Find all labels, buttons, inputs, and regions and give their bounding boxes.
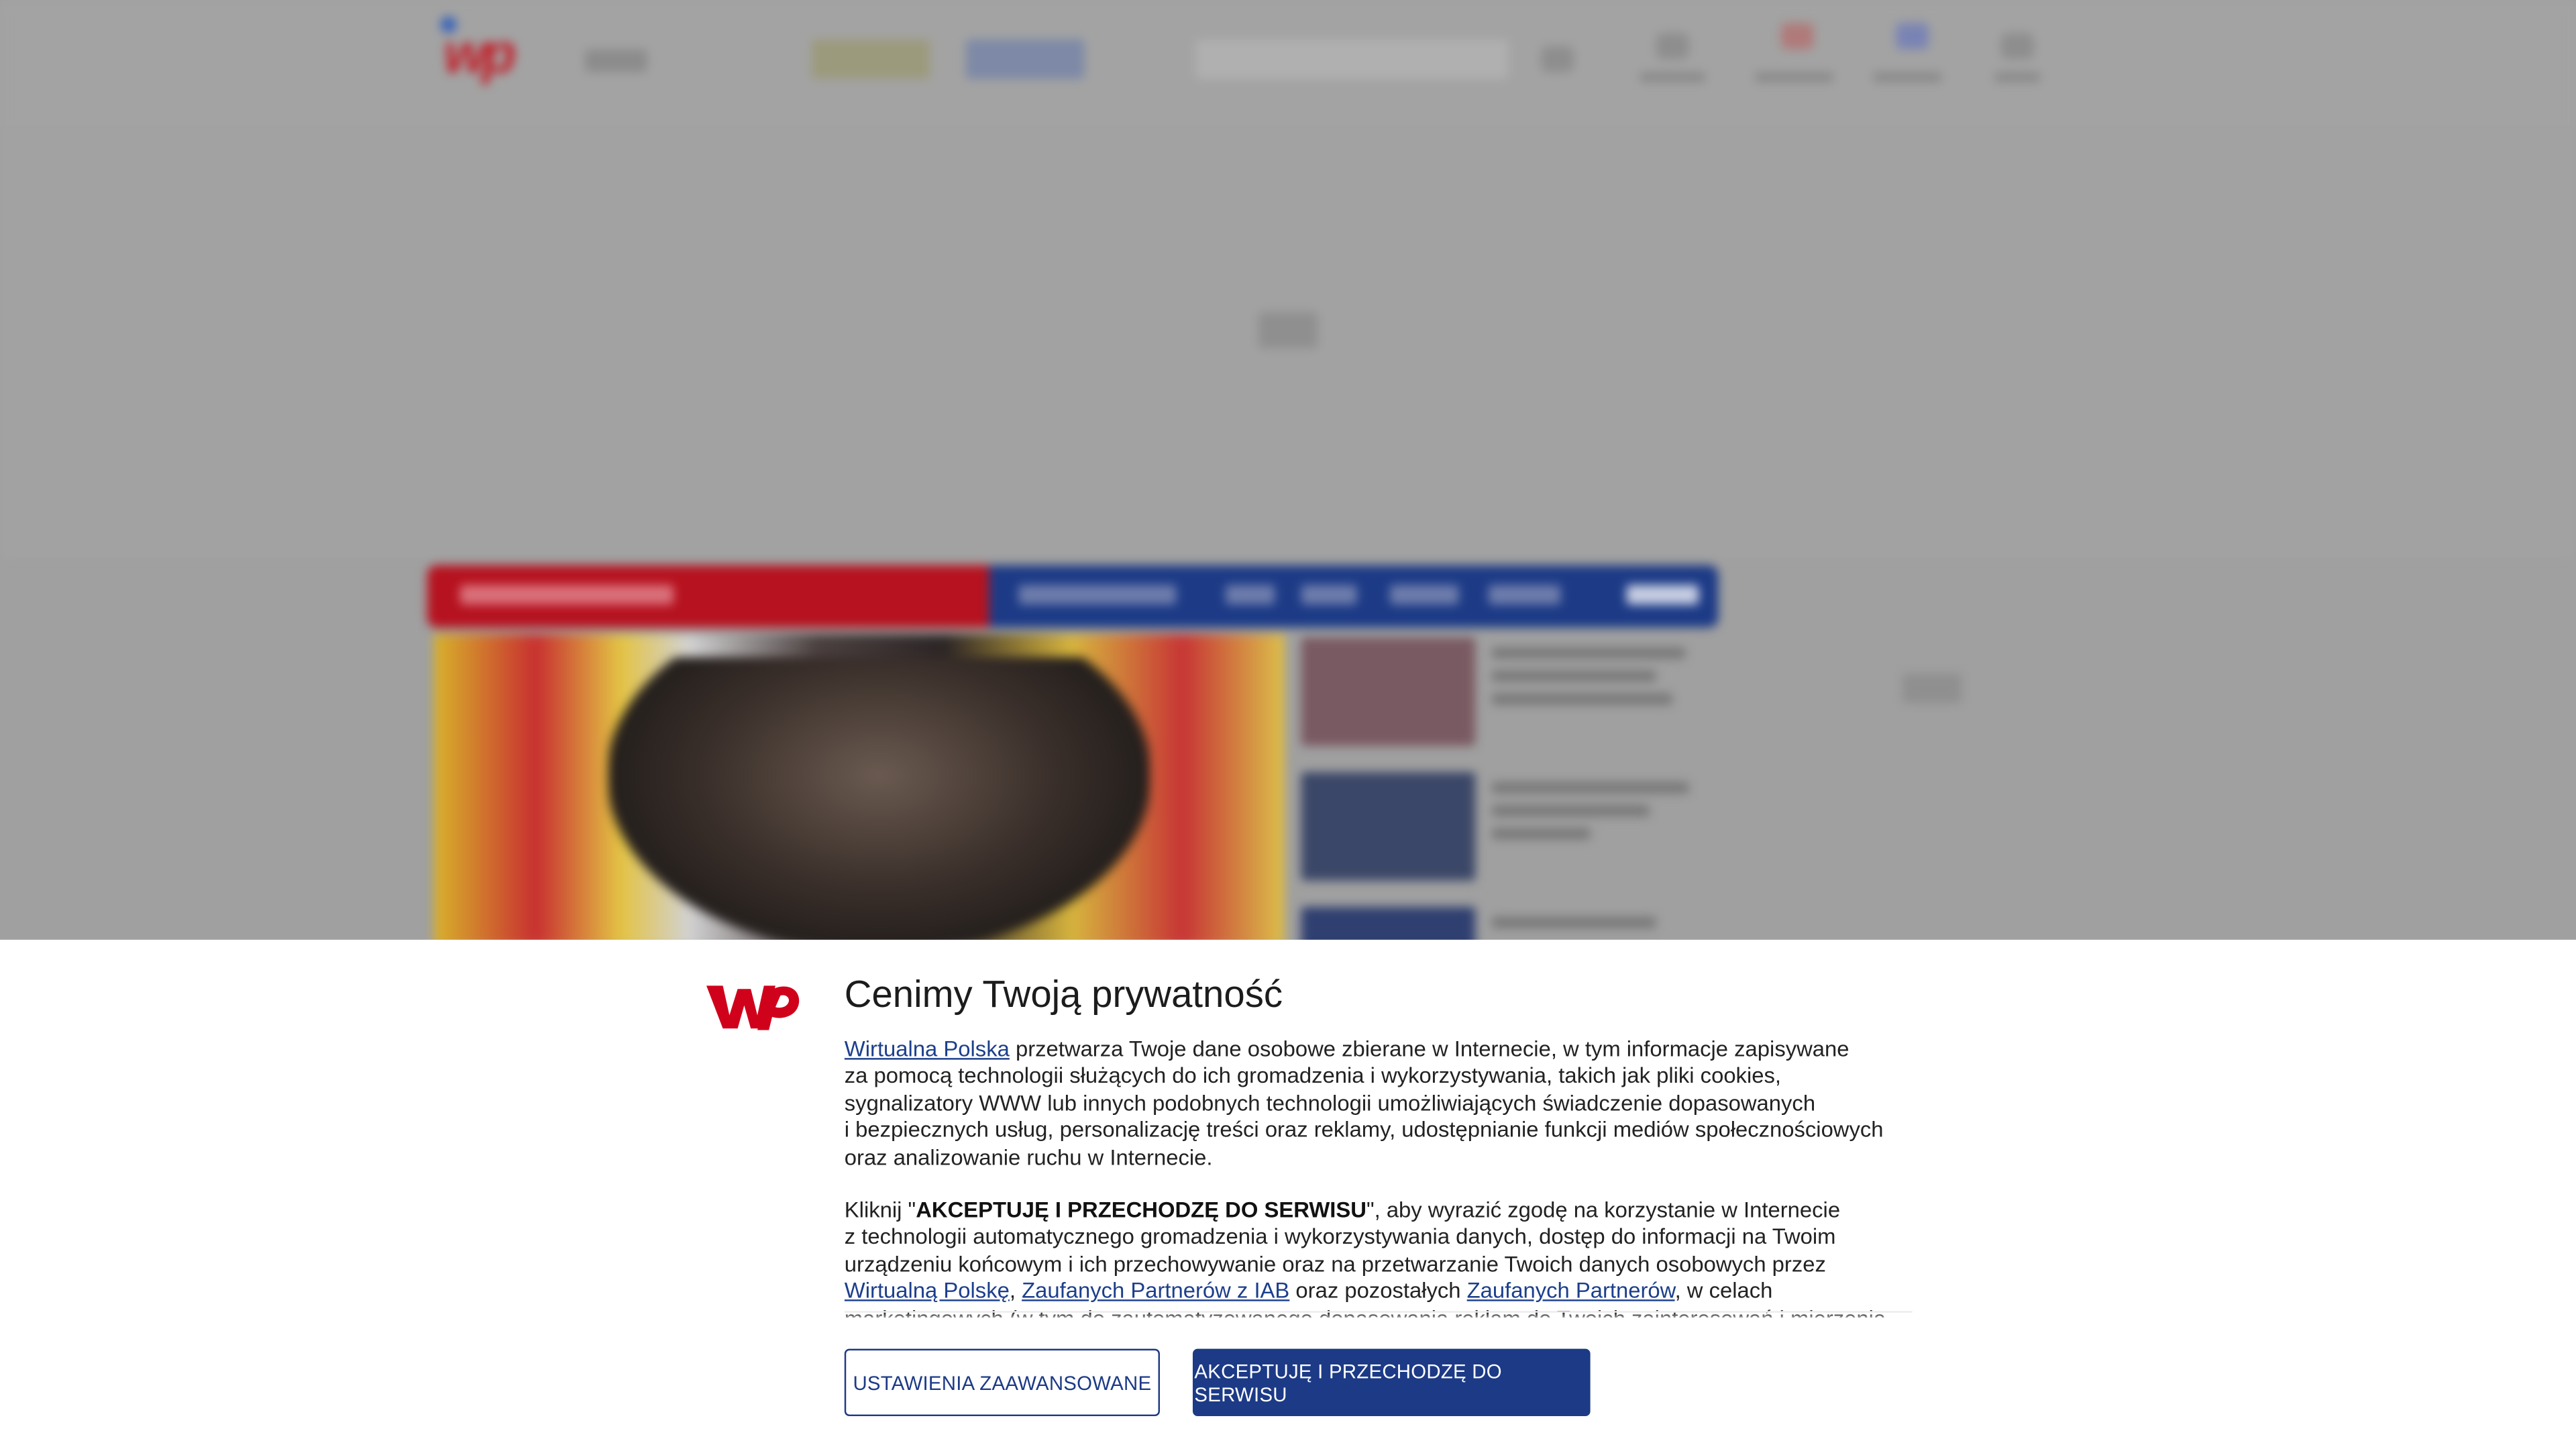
- advanced-settings-button[interactable]: USTAWIENIA ZAAWANSOWANE: [844, 1348, 1160, 1417]
- text-line: i bezpiecznych usług, personalizację tre…: [844, 1117, 1884, 1142]
- side-article-line: [1491, 805, 1650, 817]
- section-nav-bar: [427, 565, 1719, 628]
- nav-chip[interactable]: [1626, 584, 1699, 605]
- screen: wp Cenimy Twoją prywatność Wirtualna Pol…: [0, 0, 2576, 1449]
- wp-logo-icon: [706, 985, 800, 1030]
- consent-paragraph-2: Kliknij "AKCEPTUJĘ I PRZECHODZĘ DO SERWI…: [845, 1197, 1913, 1318]
- header-label: [1754, 72, 1834, 83]
- nav-chip[interactable]: [1301, 584, 1357, 605]
- text-line: urządzeniu końcowym i ich przechowywanie…: [844, 1251, 1826, 1277]
- text-line: Wirtualna Polska przetwarza Twoje dane o…: [845, 1036, 1913, 1063]
- right-ad-label-blurred: [1902, 674, 1962, 704]
- link-wirtualna-polske[interactable]: Wirtualną Polskę: [845, 1279, 1010, 1303]
- link-trusted-partners[interactable]: Zaufanych Partnerów: [1467, 1279, 1675, 1303]
- header-label: [1872, 72, 1942, 83]
- text-span: ", aby wyrazić zgodę na korzystanie w In…: [1366, 1197, 1841, 1223]
- link-iab-partners[interactable]: Zaufanych Partnerów z IAB: [1022, 1279, 1289, 1303]
- header-promo-blob-2: [966, 39, 1085, 79]
- nav-chip[interactable]: [460, 584, 674, 605]
- consent-body-text: Wirtualna Polska przetwarza Twoje dane o…: [845, 1036, 1913, 1318]
- nav-chip[interactable]: [1018, 584, 1177, 605]
- ad-label-blurred: [1258, 312, 1318, 349]
- text-line: z technologii automatycznego gromadzenia…: [844, 1224, 1836, 1250]
- text-span: oraz pozostałych: [1289, 1278, 1467, 1303]
- hero-person-shape: [608, 657, 1150, 953]
- side-article-line: [1491, 693, 1673, 705]
- nav-chip[interactable]: [1225, 584, 1275, 605]
- text-span: przetwarza Twoje dane osobowe zbierane w…: [1009, 1036, 1849, 1062]
- text-line: za pomocą technologii służących do ich g…: [844, 1063, 1781, 1089]
- site-header: wp: [0, 0, 2576, 129]
- consent-paragraph-1: Wirtualna Polska przetwarza Twoje dane o…: [845, 1036, 1913, 1171]
- search-icon[interactable]: [1541, 46, 1574, 72]
- mail-icon[interactable]: [1656, 32, 1689, 60]
- text-span: ,: [1009, 1278, 1022, 1303]
- news-icon[interactable]: [1780, 23, 1814, 50]
- text-line: Kliknij "AKCEPTUJĘ I PRZECHODZĘ DO SERWI…: [845, 1197, 1913, 1224]
- header-label: [1994, 72, 2041, 83]
- side-article-line: [1491, 916, 1656, 928]
- text-span: , w celach: [1674, 1278, 1773, 1303]
- site-logo-blurred: wp: [443, 23, 516, 86]
- side-article-thumb: [1301, 772, 1476, 881]
- video-icon[interactable]: [1896, 23, 1929, 50]
- text-line: oraz analizowanie ruchu w Internecie.: [844, 1144, 1213, 1169]
- link-wirtualna-polska[interactable]: Wirtualna Polska: [845, 1036, 1010, 1061]
- side-article-line: [1491, 782, 1689, 794]
- header-weather-blob: [584, 49, 647, 72]
- text-line: Wirtualną Polskę, Zaufanych Partnerów z …: [845, 1279, 1913, 1305]
- consent-title: Cenimy Twoją prywatność: [844, 972, 1283, 1016]
- search-input-blurred[interactable]: [1195, 39, 1509, 79]
- scroll-fade-divider: [844, 1311, 1913, 1328]
- nav-chip[interactable]: [1389, 584, 1459, 605]
- side-article[interactable]: [1301, 637, 1712, 752]
- header-label: [1640, 72, 1706, 83]
- side-article[interactable]: [1301, 772, 1712, 887]
- side-article-line: [1491, 828, 1591, 840]
- accept-emphasis: AKCEPTUJĘ I PRZECHODZĘ DO SERWISU: [916, 1197, 1366, 1223]
- text-line: sygnalizatory WWW lub innych podobnych t…: [844, 1090, 1816, 1116]
- side-article-line: [1491, 647, 1686, 659]
- text-span: Kliknij ": [844, 1197, 916, 1223]
- side-article-line: [1491, 670, 1656, 682]
- header-promo-blob: [811, 39, 930, 79]
- side-article-thumb: [1301, 637, 1476, 746]
- menu-icon[interactable]: [2000, 32, 2034, 60]
- nav-chip[interactable]: [1488, 584, 1561, 605]
- accept-button[interactable]: AKCEPTUJĘ I PRZECHODZĘ DO SERWISU: [1192, 1348, 1591, 1417]
